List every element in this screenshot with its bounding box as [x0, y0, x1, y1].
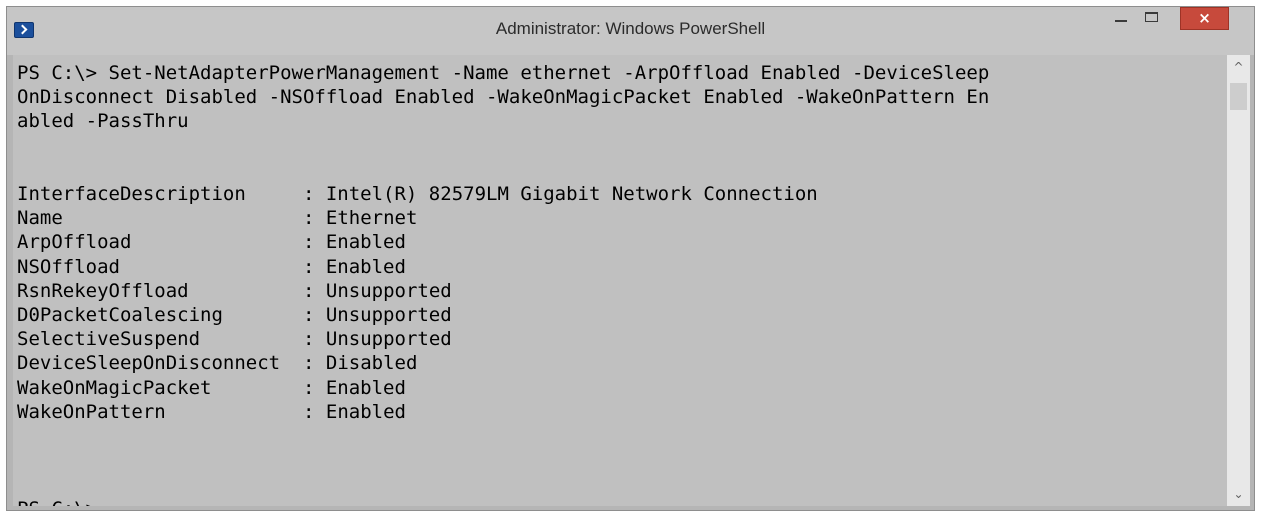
property-name: DeviceSleepOnDisconnect — [17, 352, 281, 375]
command-line: OnDisconnect Disabled -NSOffload Enabled… — [17, 86, 990, 109]
vertical-scrollbar[interactable]: ^ ⌄ — [1227, 55, 1250, 506]
property-value: Unsupported — [325, 328, 452, 351]
property-name: Name — [17, 207, 63, 230]
property-line: SelectiveSuspend : Unsupported — [17, 328, 452, 351]
property-value: Enabled — [325, 231, 406, 254]
property-name: WakeOnMagicPacket — [17, 376, 212, 399]
scroll-up-icon[interactable]: ^ — [1227, 55, 1250, 79]
property-line: ArpOffload : Enabled — [17, 231, 406, 254]
property-line: WakeOnPattern : Enabled — [17, 400, 406, 423]
property-name: D0PacketCoalescing — [17, 304, 223, 327]
property-line: NSOffload : Enabled — [17, 255, 406, 278]
close-button[interactable]: × — [1180, 7, 1229, 30]
maximize-button[interactable] — [1137, 7, 1167, 30]
property-value: Ethernet — [325, 207, 418, 230]
window-title: Administrator: Windows PowerShell — [495, 19, 766, 38]
command-line: PS C:\> Set-NetAdapterPowerManagement -N… — [17, 62, 990, 84]
property-value: Unsupported — [325, 279, 452, 302]
property-name: InterfaceDescription — [17, 183, 246, 206]
property-value: Disabled — [325, 352, 418, 375]
property-line: DeviceSleepOnDisconnect : Disabled — [17, 352, 418, 375]
property-line: WakeOnMagicPacket : Enabled — [17, 376, 406, 399]
property-line: InterfaceDescription : Intel(R) 82579LM … — [17, 183, 818, 206]
prompt[interactable]: PS C:\> — [17, 498, 97, 506]
property-name: RsnRekeyOffload — [17, 279, 189, 302]
powershell-window: Administrator: Windows PowerShell × PS C… — [6, 6, 1255, 511]
property-value: Unsupported — [325, 304, 452, 327]
console-output[interactable]: PS C:\> Set-NetAdapterPowerManagement -N… — [13, 55, 1227, 506]
property-value: Enabled — [325, 376, 406, 399]
close-icon: × — [1198, 9, 1211, 27]
scroll-down-icon[interactable]: ⌄ — [1227, 482, 1250, 506]
scrollbar-thumb[interactable] — [1230, 83, 1247, 110]
command-line: abled -PassThru — [17, 110, 189, 133]
property-name: WakeOnPattern — [17, 400, 166, 423]
property-line: RsnRekeyOffload : Unsupported — [17, 279, 452, 302]
property-value: Enabled — [325, 255, 406, 278]
property-line: Name : Ethernet — [17, 207, 418, 230]
property-name: ArpOffload — [17, 231, 132, 254]
property-line: D0PacketCoalescing : Unsupported — [17, 304, 452, 327]
property-name: NSOffload — [17, 255, 120, 278]
minimize-button[interactable] — [1109, 7, 1133, 30]
property-value: Intel(R) 82579LM Gigabit Network Connect… — [325, 183, 818, 206]
property-value: Enabled — [325, 400, 406, 423]
property-name: SelectiveSuspend — [17, 328, 201, 351]
title-bar[interactable]: Administrator: Windows PowerShell × — [7, 7, 1254, 55]
